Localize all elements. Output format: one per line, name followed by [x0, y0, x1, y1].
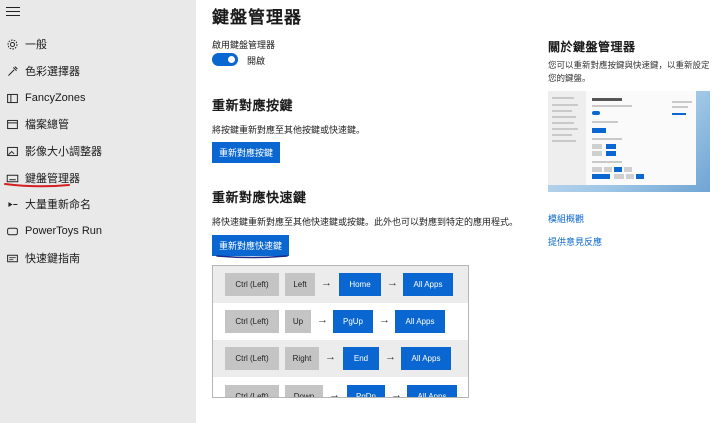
fancyzones-icon — [5, 91, 19, 105]
feedback-link[interactable]: 提供意見反應 — [548, 235, 602, 248]
arrow-right-icon: → — [387, 277, 398, 289]
file-explorer-icon — [5, 117, 19, 131]
mapping-row: Ctrl (Left) Up → PgUp → All Apps — [213, 303, 468, 340]
source-key: Right — [285, 347, 319, 370]
arrow-right-icon: → — [379, 314, 390, 326]
remap-shortcuts-button[interactable]: 重新對應快速鍵 — [212, 235, 290, 256]
remap-shortcuts-title: 重新對應快速鍵 — [212, 190, 307, 205]
sidebar-item-shortcut-guide[interactable]: 快速鍵指南 — [0, 245, 196, 271]
sidebar-item-file-explorer[interactable]: 檔案總管 — [0, 111, 196, 137]
eyedropper-icon — [5, 64, 19, 78]
toggle-knob — [228, 56, 235, 63]
arrow-right-icon: → — [325, 351, 336, 363]
run-icon — [5, 224, 19, 238]
main-content: 鍵盤管理器 啟用鍵盤管理器 開啟 重新對應按鍵 將按鍵重新對應至其他按鍵或快速鍵… — [196, 0, 720, 423]
arrow-right-icon: → — [321, 277, 332, 289]
target-key: Home — [339, 273, 381, 296]
sidebar-item-powertoys-run[interactable]: PowerToys Run — [0, 218, 196, 244]
sidebar-item-label: 檔案總管 — [25, 119, 69, 131]
arrow-right-icon: → — [391, 389, 402, 398]
source-key: Ctrl (Left) — [225, 385, 279, 397]
sidebar-item-label: 色彩選擇器 — [25, 66, 80, 78]
remap-keys-description: 將按鍵重新對應至其他按鍵或快速鍵。 — [212, 125, 366, 135]
target-app: All Apps — [403, 273, 453, 296]
about-title: 關於鍵盤管理器 — [548, 40, 636, 54]
sidebar-item-power-rename[interactable]: 大量重新命名 — [0, 191, 196, 217]
sidebar-item-image-resizer[interactable]: 影像大小調整器 — [0, 138, 196, 164]
mapping-row: Ctrl (Left) Right → End → All Apps — [213, 340, 468, 377]
navy-annotation-underline — [216, 255, 288, 259]
target-key: PgUp — [333, 310, 373, 333]
shortcut-mapping-list: Ctrl (Left) Left → Home → All Apps Ctrl … — [212, 265, 469, 398]
target-key: End — [343, 347, 379, 370]
source-key: Ctrl (Left) — [225, 347, 279, 370]
source-key: Down — [285, 385, 323, 397]
target-app: All Apps — [407, 385, 457, 397]
source-key: Up — [285, 310, 311, 333]
sidebar-item-label: PowerToys Run — [25, 225, 103, 237]
remap-keys-button[interactable]: 重新對應按鍵 — [212, 142, 281, 163]
about-description: 您可以重新對應按鍵與快速鍵，以重新設定您的鍵盤。 — [548, 60, 710, 83]
toggle-state-label: 開啟 — [247, 56, 266, 66]
enable-label: 啟用鍵盤管理器 — [212, 40, 276, 50]
mapping-row: Ctrl (Left) Down → PgDn → All Apps — [213, 377, 468, 398]
sidebar-item-label: FancyZones — [25, 92, 86, 104]
mapping-row: Ctrl (Left) Left → Home → All Apps — [213, 266, 468, 303]
sidebar-item-label: 大量重新命名 — [25, 199, 91, 211]
hamburger-menu-icon[interactable] — [6, 7, 20, 19]
enable-toggle[interactable] — [212, 53, 238, 66]
target-key: PgDn — [347, 385, 385, 397]
rename-icon — [5, 197, 19, 211]
sidebar-item-label: 快速鍵指南 — [25, 253, 80, 265]
target-app: All Apps — [395, 310, 445, 333]
sidebar-item-label: 影像大小調整器 — [25, 146, 102, 158]
sidebar-item-fancyzones[interactable]: FancyZones — [0, 85, 196, 111]
sidebar: 一般 色彩選擇器 FancyZones 檔案總管 影像大小調整器 鍵盤管理器 大… — [0, 0, 196, 423]
remap-keys-title: 重新對應按鍵 — [212, 98, 294, 113]
source-key: Ctrl (Left) — [225, 273, 279, 296]
module-overview-link[interactable]: 模組概觀 — [548, 212, 584, 225]
red-annotation-underline — [4, 183, 70, 188]
module-preview-image — [548, 91, 710, 192]
sidebar-item-label: 一般 — [25, 39, 47, 51]
image-resizer-icon — [5, 144, 19, 158]
source-key: Ctrl (Left) — [225, 310, 279, 333]
page-title: 鍵盤管理器 — [212, 8, 302, 27]
arrow-right-icon: → — [317, 314, 328, 326]
sidebar-item-general[interactable]: 一般 — [0, 31, 196, 57]
gear-icon — [5, 37, 19, 51]
source-key: Left — [285, 273, 315, 296]
arrow-right-icon: → — [329, 389, 340, 398]
arrow-right-icon: → — [385, 351, 396, 363]
target-app: All Apps — [401, 347, 451, 370]
remap-shortcuts-description: 將快速鍵重新對應至其他快速鍵或按鍵。此外也可以對應到特定的應用程式。 — [212, 217, 519, 227]
shortcut-guide-icon — [5, 251, 19, 265]
sidebar-item-color-picker[interactable]: 色彩選擇器 — [0, 58, 196, 84]
